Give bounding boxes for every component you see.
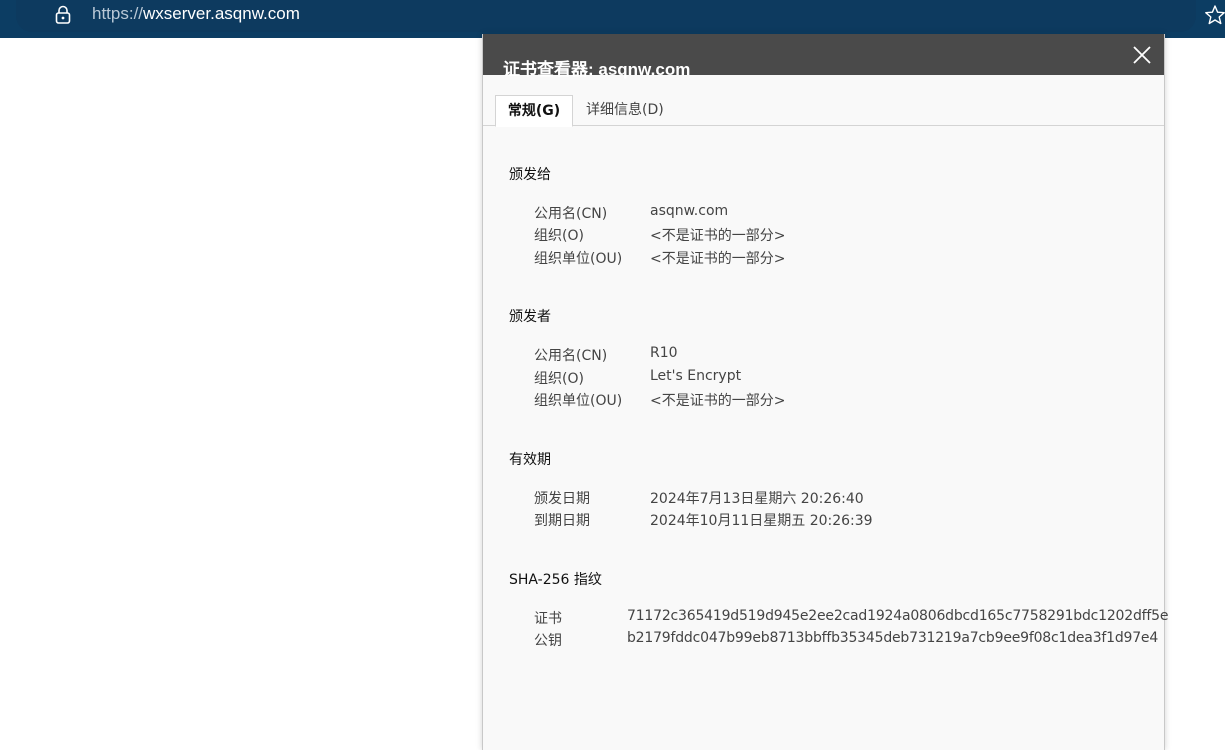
issued-by-ou-label: 组织单位(OU)	[534, 393, 623, 409]
address-bar: https://wxserver.asqnw.com	[0, 0, 1225, 38]
expiry-date-label: 到期日期	[534, 513, 590, 529]
lock-icon[interactable]	[54, 5, 72, 25]
cert-fingerprint-label: 证书	[534, 611, 562, 627]
issued-by-o-value: Let's Encrypt	[650, 368, 742, 384]
url-text[interactable]: https://wxserver.asqnw.com	[92, 4, 300, 24]
issued-by-ou-value: <不是证书的一部分>	[650, 393, 786, 409]
validity-heading: 有效期	[509, 452, 551, 468]
issued-to-o-value: <不是证书的一部分>	[650, 228, 786, 244]
issued-by-heading: 颁发者	[509, 309, 551, 325]
issued-by-o-label: 组织(O)	[534, 371, 584, 387]
tab-strip: 常规(G) 详细信息(D)	[483, 75, 1164, 127]
url-host: wxserver.asqnw.com	[143, 4, 300, 23]
close-icon[interactable]	[1127, 40, 1157, 70]
url-scheme: https://	[92, 4, 144, 23]
issued-by-cn-label: 公用名(CN)	[534, 348, 608, 364]
url-field[interactable]: https://wxserver.asqnw.com	[16, 0, 1196, 32]
dialog-titlebar: 证书查看器: asqnw.com	[483, 34, 1164, 79]
certificate-viewer-dialog: 证书查看器: asqnw.com 常规(G) 详细信息(D) 颁发给 公用名(C…	[482, 34, 1169, 750]
issued-to-ou-value: <不是证书的一部分>	[650, 251, 786, 267]
star-icon[interactable]	[1204, 4, 1225, 26]
tab-general[interactable]: 常规(G)	[495, 95, 573, 127]
issue-date-label: 颁发日期	[534, 491, 590, 507]
issued-to-heading: 颁发给	[509, 167, 551, 183]
issue-date-value: 2024年7月13日星期六 20:26:40	[650, 491, 864, 507]
cert-fingerprint-value: 71172c365419d519d945e2ee2cad1924a0806dbc…	[627, 608, 1169, 624]
issued-to-cn-label: 公用名(CN)	[534, 206, 608, 222]
issued-by-cn-value: R10	[650, 345, 678, 361]
tab-details[interactable]: 详细信息(D)	[586, 95, 664, 125]
issued-to-ou-label: 组织单位(OU)	[534, 251, 623, 267]
issued-to-cn-value: asqnw.com	[650, 203, 729, 219]
expiry-date-value: 2024年10月11日星期五 20:26:39	[650, 513, 873, 529]
fingerprint-heading: SHA-256 指纹	[509, 572, 602, 588]
pubkey-fingerprint-value: b2179fddc047b99eb8713bbffb35345deb731219…	[627, 630, 1159, 646]
pubkey-fingerprint-label: 公钥	[534, 633, 562, 649]
issued-to-o-label: 组织(O)	[534, 228, 584, 244]
